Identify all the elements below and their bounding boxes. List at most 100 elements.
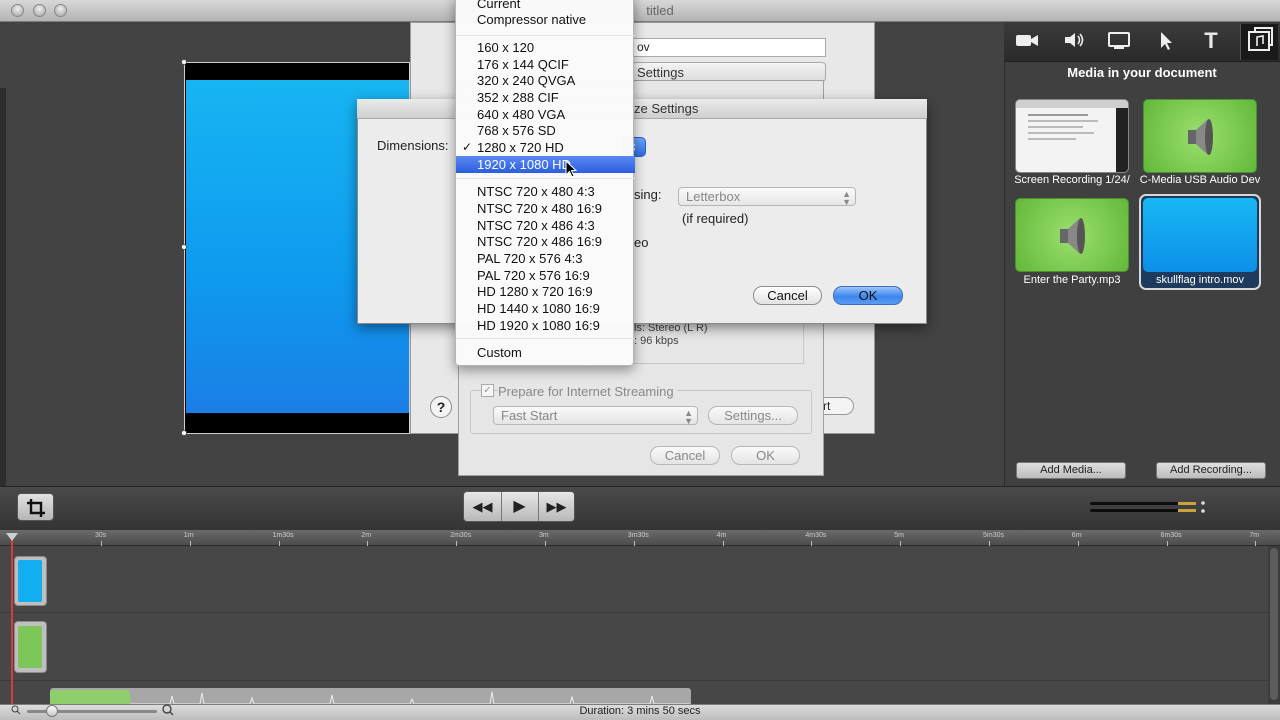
dimensions-label: Dimensions: — [377, 138, 449, 153]
menu-item-768x576[interactable]: 768 x 576 SD — [456, 122, 635, 139]
menu-item-ntsc-480-43[interactable]: NTSC 720 x 480 4:3 — [456, 183, 635, 200]
timeline-tick-label: 6m30s — [1160, 532, 1182, 539]
size-settings-cancel-button[interactable]: Cancel — [753, 286, 822, 305]
menu-item-352x288[interactable]: 352 x 288 CIF — [456, 89, 635, 106]
track-divider — [0, 612, 1268, 613]
menu-item-pal-169[interactable]: PAL 720 x 576 16:9 — [456, 267, 635, 284]
settings-tab[interactable]: Settings — [632, 62, 826, 82]
menu-item-custom[interactable]: Custom — [456, 344, 635, 361]
add-recording-button[interactable]: Add Recording... — [1156, 462, 1266, 479]
media-thumb-enter-the-party[interactable] — [1015, 198, 1129, 272]
zoom-slider-knob[interactable] — [46, 705, 58, 717]
waveform-clip-head — [50, 690, 130, 704]
rewind-button[interactable]: ◀◀ — [464, 491, 501, 522]
media-thumb-screen-recording[interactable] — [1015, 99, 1129, 173]
media-thumb-skullflag-intro[interactable] — [1143, 198, 1257, 272]
media-tab[interactable] — [1240, 24, 1278, 60]
video-option-label: eo — [634, 235, 649, 250]
speaker-icon — [1188, 119, 1213, 155]
media-caption: skullflag intro.mov — [1155, 274, 1245, 286]
timeline-tick-mark — [1077, 541, 1079, 546]
zoom-in-icon[interactable] — [162, 704, 174, 716]
timeline-tick-label: 4m — [716, 532, 727, 539]
timeline-tick-mark — [456, 541, 458, 546]
help-button[interactable]: ? — [430, 396, 452, 418]
menu-item-176x144[interactable]: 176 x 144 QCIF — [456, 56, 635, 73]
streaming-select-value: Fast Start — [501, 408, 558, 423]
track-divider — [0, 680, 1268, 681]
timeline-tick-mark — [900, 541, 902, 546]
resize-handle-top-left[interactable] — [181, 59, 187, 65]
resize-handle-bottom-left[interactable] — [181, 430, 187, 436]
audio-level-meter — [1090, 501, 1205, 513]
timeline-tick-label: 1m30s — [272, 532, 294, 539]
media-caption: C-Media USB Audio Dev — [1139, 174, 1261, 186]
waveform-icon — [130, 691, 690, 704]
scaling-select[interactable]: Letterbox ▲ ▼ — [678, 187, 856, 207]
speaker-icon — [1060, 218, 1085, 254]
camera-icon[interactable] — [1013, 29, 1041, 53]
playhead[interactable] — [11, 538, 13, 704]
timeline-tick-label: 30s — [95, 532, 107, 539]
menu-item-1920x1080[interactable]: 1920 x 1080 HD — [456, 156, 635, 173]
close-window-button[interactable] — [11, 4, 24, 17]
pointer-icon[interactable] — [1151, 29, 1179, 53]
timeline-tick-label: 5m — [894, 532, 904, 539]
timeline-tick-mark — [189, 541, 191, 546]
menu-separator — [456, 338, 635, 339]
media-thumb-audio-device[interactable] — [1143, 99, 1257, 173]
zoom-out-icon[interactable] — [11, 705, 21, 715]
timeline[interactable] — [0, 530, 1280, 704]
menu-item-hd-1280[interactable]: HD 1280 x 720 16:9 — [456, 283, 635, 300]
play-button[interactable]: ▶ — [501, 491, 538, 522]
menu-item-hd-1920[interactable]: HD 1920 x 1080 16:9 — [456, 317, 635, 334]
menu-item-compressor-native[interactable]: Compressor native — [456, 11, 635, 28]
scaling-label: sing: — [634, 187, 662, 202]
prepare-streaming-checkbox[interactable]: ✓ — [481, 384, 494, 397]
resize-handle-left[interactable] — [181, 244, 187, 250]
timeline-scrollbar-thumb[interactable] — [1270, 548, 1278, 700]
menu-item-ntsc-480-169[interactable]: NTSC 720 x 480 16:9 — [456, 200, 635, 217]
text-icon[interactable]: T — [1197, 29, 1225, 53]
timeline-tick-mark — [367, 541, 369, 546]
movie-settings-cancel-button[interactable]: Cancel — [650, 446, 720, 465]
timeline-tick-label: 2m30s — [450, 532, 472, 539]
menu-item-hd-1440[interactable]: HD 1440 x 1080 16:9 — [456, 300, 635, 317]
timeline-tick-mark — [811, 541, 813, 546]
streaming-settings-button[interactable]: Settings... — [708, 406, 798, 425]
minimize-window-button[interactable] — [33, 4, 46, 17]
movie-settings-ok-button[interactable]: OK — [731, 446, 800, 465]
size-settings-title: ze Settings — [634, 101, 699, 116]
media-caption: Screen Recording 1/24/ — [1014, 174, 1130, 186]
size-settings-ok-button[interactable]: OK — [833, 286, 903, 305]
timeline-tick-label: 5m30s — [983, 532, 1005, 539]
zoom-window-button[interactable] — [54, 4, 67, 17]
playhead-handle[interactable] — [6, 533, 18, 541]
menu-item-1280x720[interactable]: ✓ 1280 x 720 HD — [456, 139, 635, 156]
menu-item-pal-43[interactable]: PAL 720 x 576 4:3 — [456, 250, 635, 267]
mouse-pointer-icon — [565, 160, 577, 178]
canvas-left-edge — [0, 88, 6, 488]
timeline-tick-label: 4m30s — [805, 532, 827, 539]
menu-item-640x480[interactable]: 640 x 480 VGA — [456, 106, 635, 123]
timeline-tick-mark — [101, 541, 102, 546]
fast-forward-button[interactable]: ▶▶ — [538, 491, 575, 522]
prepare-streaming-label: Prepare for Internet Streaming — [498, 384, 677, 399]
speaker-icon[interactable] — [1060, 29, 1088, 53]
timeline-tick-label: 3m30s — [627, 532, 649, 539]
media-panel-heading: Media in your document — [1067, 65, 1217, 80]
menu-item-160x120[interactable]: 160 x 120 — [456, 39, 635, 56]
screen-icon[interactable] — [1105, 29, 1133, 53]
properties-toolbar — [1004, 22, 1280, 62]
dimensions-menu: Current Compressor native 160 x 120 176 … — [455, 0, 635, 366]
menu-item-320x240[interactable]: 320 x 240 QVGA — [456, 72, 635, 89]
filename-field[interactable]: ov — [632, 38, 826, 57]
timeline-tick-label: 7m — [1249, 532, 1260, 539]
crop-button[interactable] — [17, 493, 54, 521]
menu-item-ntsc-486-169[interactable]: NTSC 720 x 486 16:9 — [456, 233, 635, 250]
sound-bitrate-text: : 96 kbps — [634, 335, 679, 347]
add-media-button[interactable]: Add Media... — [1016, 462, 1126, 479]
timeline-tick-mark — [278, 541, 280, 546]
streaming-select[interactable]: Fast Start ▲ ▼ — [493, 406, 698, 426]
menu-item-ntsc-486-43[interactable]: NTSC 720 x 486 4:3 — [456, 217, 635, 234]
